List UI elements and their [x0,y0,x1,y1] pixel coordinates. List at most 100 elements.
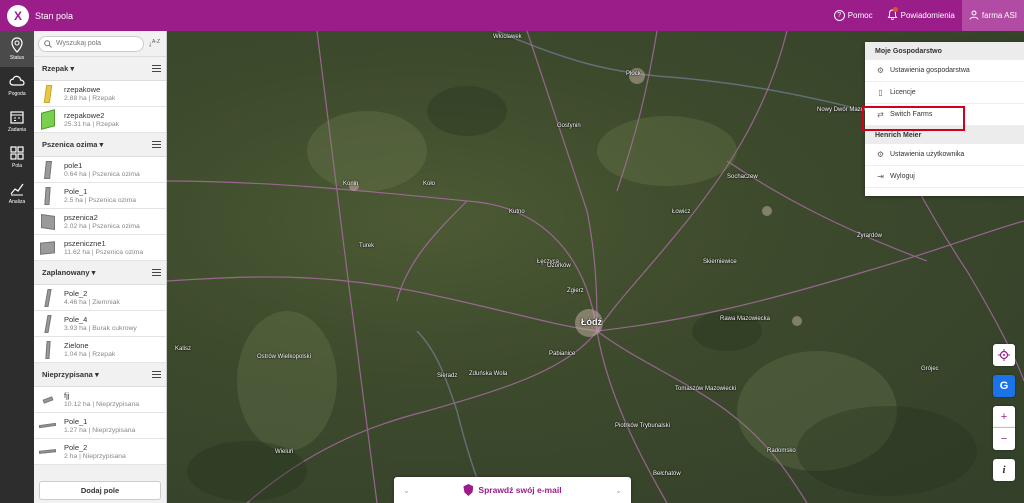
help-icon: ? [833,10,845,21]
field-row[interactable]: Pole_1 1.27 ha | Nieprzypisana [34,413,166,439]
search-icon [44,39,52,48]
group-header-pszenica[interactable]: Pszenica ozima ▾ [34,133,166,157]
city-label: Pabianice [549,351,576,357]
field-shape-icon [39,160,56,180]
field-row[interactable]: Pole_2 4.46 ha | Ziemniak [34,285,166,311]
search-row: ↓A-Z [34,31,166,57]
help-button[interactable]: ? Pomoc [827,0,880,31]
city-label: Rawa Mazowiecka [720,316,771,322]
field-info: 11.62 ha | Pszenica ozima [64,248,144,256]
city-label: Sieradz [437,373,458,379]
field-row[interactable]: pszeniczne1 11.62 ha | Pszenica ozima [34,235,166,261]
email-verification-banner[interactable]: ⌄ Sprawdź swój e-mail ⌄ [394,477,631,503]
nav-weather[interactable]: Pogoda [0,67,34,103]
field-info: 3.93 ha | Burak cukrowy [64,324,137,332]
search-box[interactable] [38,35,144,52]
app-title: Stan pola [35,10,74,21]
field-info: 4.46 ha | Ziemniak [64,298,120,306]
field-info: 1.04 ha | Rzepak [64,350,116,358]
notifications-button[interactable]: Powiadomienia [880,0,962,31]
field-shape-icon [39,212,56,232]
licenses-item[interactable]: ▯ Licencje [865,82,1024,104]
user-settings-item[interactable]: ⚙ Ustawienia użytkownika [865,144,1024,166]
search-input[interactable] [56,40,138,47]
city-label: Tomaszów Mazowiecki [675,386,737,392]
group-menu-icon[interactable] [152,140,161,149]
field-shape-icon [39,288,56,308]
field-shape-icon [39,84,56,104]
field-name: fjj [64,390,70,400]
logo-icon[interactable]: X [7,4,29,27]
group-header-nieprzypisana[interactable]: Nieprzypisana ▾ [34,363,166,387]
city-label: Wieluń [275,449,294,455]
field-row[interactable]: Zielone 1.04 ha | Rzepak [34,337,166,363]
nav-tasks[interactable]: Zadania [0,103,34,139]
nav-weather-label: Pogoda [8,91,26,97]
group-menu-icon[interactable] [152,64,161,73]
field-row[interactable]: fjj 10.12 ha | Nieprzypisana [34,387,166,413]
field-row[interactable]: rzepakowe 2.88 ha | Rzepak [34,81,166,107]
chevron-down-icon[interactable]: ⌄ [403,486,410,495]
field-row[interactable]: Pole_1 2.5 ha | Pszenica ozima [34,183,166,209]
shield-icon [463,484,474,496]
field-shape-icon [39,390,56,410]
licenses-label: Licencje [890,89,916,96]
locate-button[interactable] [993,344,1015,366]
group-header-zaplanowany[interactable]: Zaplanowany ▾ [34,261,166,285]
field-row[interactable]: Pole_2 2 ha | Nieprzypisana [34,439,166,465]
nav-analysis[interactable]: Analiza [0,175,34,211]
field-row[interactable]: pszenica2 2.02 ha | Pszenica ozima [34,209,166,235]
field-row[interactable]: pole1 0.64 ha | Pszenica ozima [34,157,166,183]
zoom-out-button[interactable]: − [993,428,1015,450]
zoom-in-button[interactable]: + [993,406,1015,428]
gear-icon: ⚙ [876,150,885,159]
chart-icon [10,183,24,196]
group-header-rzepak[interactable]: Rzepak ▾ [34,57,166,81]
field-shape-icon [38,442,57,462]
notification-dot [892,7,898,12]
field-row[interactable]: Pole_4 3.93 ha | Burak cukrowy [34,311,166,337]
field-name: Pole_2 [64,288,88,298]
group-menu-icon[interactable] [152,268,161,277]
crosshair-icon [998,349,1010,361]
nav-status[interactable]: Status [0,31,34,67]
chevron-down-icon[interactable]: ⌄ [615,486,622,495]
logout-item[interactable]: ⇥ Wyloguj [865,166,1024,188]
field-row[interactable]: rzepakowe2 25.31 ha | Rzepak [34,107,166,133]
google-layer-button[interactable]: G [993,375,1015,397]
city-label: Ostrów Wielkopolski [257,354,312,360]
city-label: Łowicz [672,209,691,215]
nav-fields-label: Pola [11,163,22,169]
nav-fields[interactable]: Pola [0,139,34,175]
group-name: Nieprzypisana [42,370,93,379]
city-label: Ozorków [547,263,571,269]
fields-icon [10,146,24,160]
top-bar: X Stan pola ? Pomoc Powiadomienia farma … [0,0,1024,31]
user-icon [969,10,979,22]
field-info: 2.5 ha | Pszenica ozima [64,196,137,204]
info-button[interactable]: i [993,459,1015,481]
field-list-panel: ↓A-Z Rzepak ▾ rzepakowe2.88 ha | Rzepak … [34,31,167,503]
field-name: Pole_2 [64,442,88,452]
field-shape-icon [38,416,57,436]
farm-menu-button[interactable]: farma ASI [961,0,1024,31]
city-label: Kalisz [175,346,192,352]
field-shape-icon [39,314,56,334]
field-name: pole1 [64,160,83,170]
group-menu-icon[interactable] [152,370,161,379]
group-name: Zaplanowany [42,268,90,277]
field-info: 1.27 ha | Nieprzypisana [64,426,136,434]
city-label: Płock [626,71,641,77]
city-label: Grójec [921,366,939,372]
add-field-button[interactable]: Dodaj pole [39,481,161,500]
cloud-icon [9,75,25,86]
field-name: Pole_1 [64,416,88,426]
farm-settings-item[interactable]: ⚙ Ustawienia gospodarstwa [865,60,1024,82]
sort-az-icon[interactable]: ↓A-Z [148,39,160,49]
nav-analysis-label: Analiza [8,199,26,205]
logout-icon: ⇥ [877,172,884,181]
logout-label: Wyloguj [890,173,915,180]
pin-icon [11,37,23,53]
field-info: 0.64 ha | Pszenica ozima [64,170,140,178]
field-info: 25.31 ha | Rzepak [64,120,120,128]
